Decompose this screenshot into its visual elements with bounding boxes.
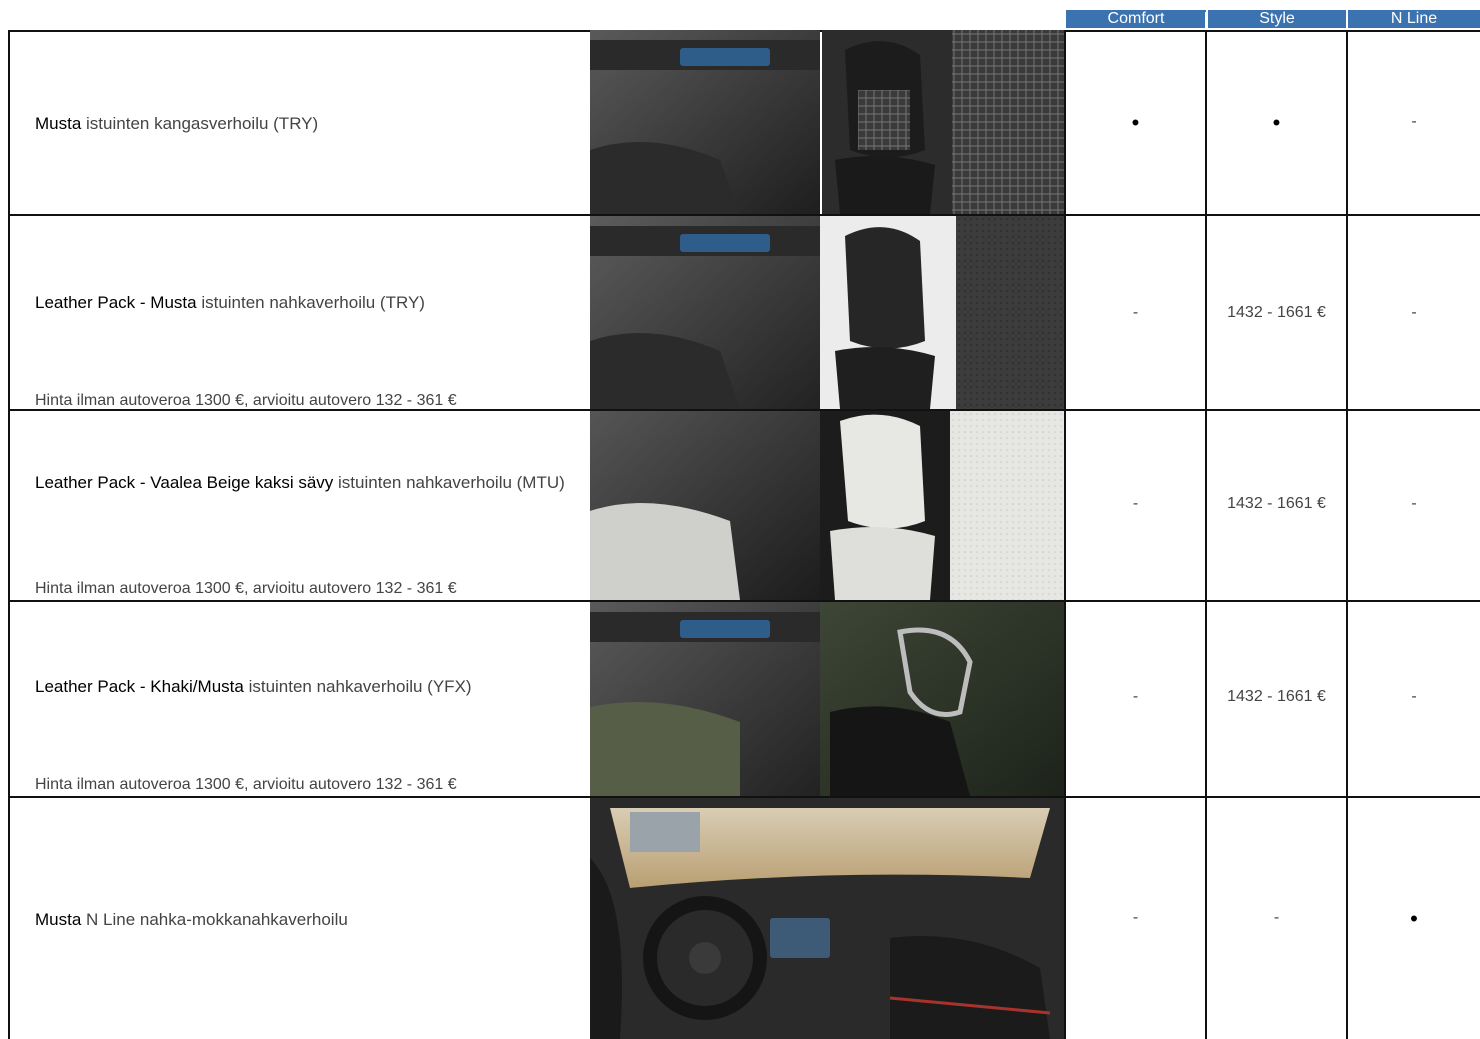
header-divider xyxy=(1205,12,1207,28)
cell-comfort: - xyxy=(1132,909,1139,926)
cell-n-line: - xyxy=(1411,304,1417,321)
upholstery-name: Musta xyxy=(35,910,82,929)
upholstery-name: Leather Pack - Vaalea Beige kaksi sävy xyxy=(35,473,334,492)
cell-comfort: • xyxy=(1131,110,1140,135)
interior-photo-black-fabric xyxy=(590,30,1064,214)
interior-photo-khaki-leather xyxy=(590,602,1064,796)
upholstery-detail: istuinten nahkaverhoilu (YFX) xyxy=(248,677,472,696)
interior-photo-beige-leather xyxy=(590,411,1064,600)
price-note: Hinta ilman autoveroa 1300 €, arvioitu a… xyxy=(35,392,457,409)
upholstery-detail: N Line nahka-mokkanahkaverhoilu xyxy=(86,910,348,929)
cell-n-line: - xyxy=(1411,688,1417,705)
column-header-style: Style xyxy=(1208,10,1346,28)
interior-photo-black-leather xyxy=(590,216,1064,409)
cell-style: - xyxy=(1273,909,1280,926)
header-divider xyxy=(1346,12,1348,28)
cell-comfort: - xyxy=(1132,688,1139,705)
cell-comfort: - xyxy=(1132,304,1139,321)
cell-n-line: - xyxy=(1411,113,1417,130)
upholstery-detail: istuinten nahkaverhoilu (TRY) xyxy=(201,293,425,312)
cell-style: 1432 - 1661 € xyxy=(1227,688,1326,705)
grid-line xyxy=(1346,30,1348,1039)
upholstery-name: Musta xyxy=(35,114,82,133)
cell-style: • xyxy=(1272,110,1281,135)
row-description: Musta N Line nahka-mokkanahkaverhoilu xyxy=(35,908,575,931)
row-description: Leather Pack - Khaki/Musta istuinten nah… xyxy=(35,675,575,698)
cell-n-line: - xyxy=(1411,495,1417,512)
upholstery-detail: istuinten kangasverhoilu (TRY) xyxy=(86,114,319,133)
cell-style: 1432 - 1661 € xyxy=(1227,304,1326,321)
upholstery-detail: istuinten nahkaverhoilu (MTU) xyxy=(338,473,565,492)
grid-line xyxy=(1205,30,1207,1039)
column-header-n-line: N Line xyxy=(1348,10,1480,28)
upholstery-name: Leather Pack - Khaki/Musta xyxy=(35,677,244,696)
upholstery-name: Leather Pack - Musta xyxy=(35,293,197,312)
cell-n-line: • xyxy=(1410,906,1418,931)
row-description: Musta istuinten kangasverhoilu (TRY) xyxy=(35,112,575,135)
row-description: Leather Pack - Musta istuinten nahkaverh… xyxy=(35,291,575,314)
price-note: Hinta ilman autoveroa 1300 €, arvioitu a… xyxy=(35,580,457,597)
interior-photo-n-line xyxy=(590,798,1064,1039)
cell-comfort: - xyxy=(1132,495,1139,512)
column-header-comfort: Comfort xyxy=(1066,10,1206,28)
row-description: Leather Pack - Vaalea Beige kaksi sävy i… xyxy=(35,471,580,494)
cell-style: 1432 - 1661 € xyxy=(1227,495,1326,512)
price-note: Hinta ilman autoveroa 1300 €, arvioitu a… xyxy=(35,776,457,793)
grid-line xyxy=(1064,30,1066,1039)
